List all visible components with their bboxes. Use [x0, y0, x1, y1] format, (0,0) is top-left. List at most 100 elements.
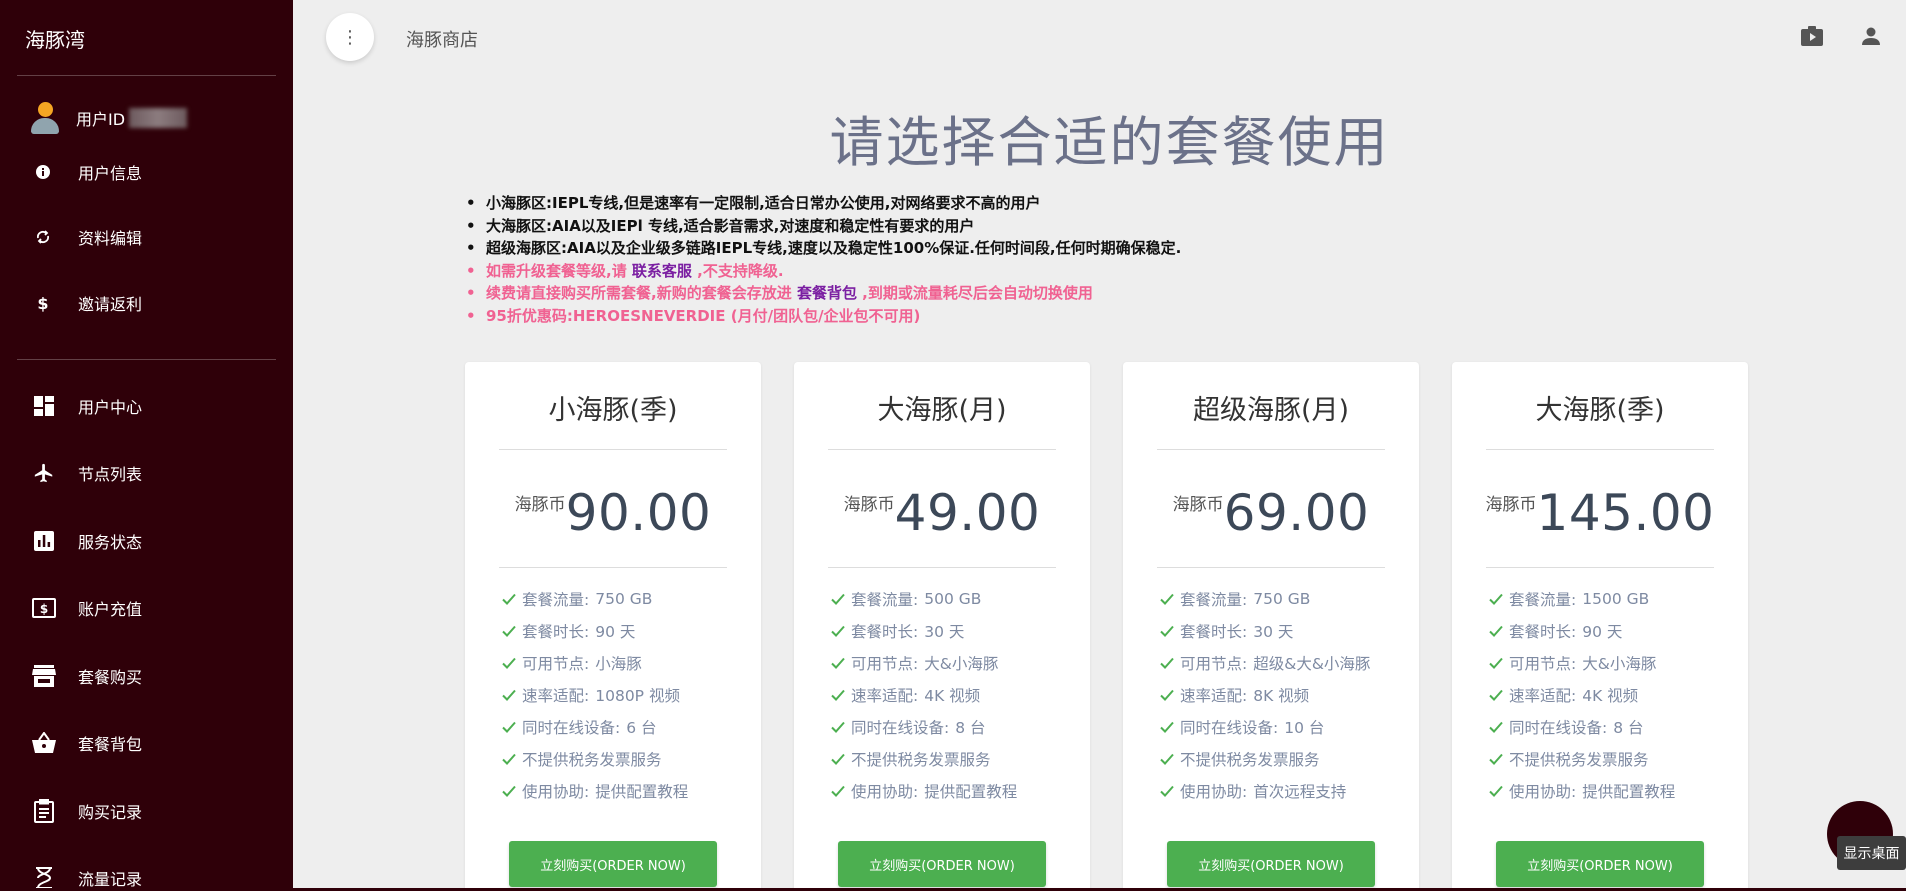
- feature-value: 小海豚: [595, 655, 642, 673]
- price-currency: 海豚币: [1485, 495, 1537, 515]
- show-desktop-tooltip[interactable]: 显示桌面: [1837, 836, 1906, 870]
- plan-feature: 不提供税务发票服务: [1488, 743, 1675, 775]
- plan-feature: 使用协助: 首次远程支持: [1159, 775, 1370, 807]
- plan-bag-link[interactable]: 套餐背包: [797, 284, 857, 302]
- plan-price: 海豚币49.00: [794, 484, 1090, 542]
- feature-key: 套餐时长:: [1509, 623, 1577, 641]
- check-icon: [1159, 623, 1175, 639]
- plan-features: 套餐流量: 1500 GB 套餐时长: 90 天 可用节点: 大&小海豚 速率适…: [1488, 583, 1675, 807]
- price-value: 49.00: [894, 484, 1041, 542]
- order-now-button[interactable]: 立刻购买(ORDER NOW): [1167, 841, 1375, 887]
- store-icon: [31, 663, 57, 689]
- plan-feature: 速率适配: 1080P 视频: [501, 679, 688, 711]
- sidebar-item-profile-edit[interactable]: 资料编辑: [0, 217, 293, 257]
- card-divider: [1157, 567, 1385, 568]
- feature-value: 提供配置教程: [924, 783, 1018, 801]
- check-icon: [501, 751, 517, 767]
- sidebar-item-node-list[interactable]: 节点列表: [0, 453, 293, 493]
- check-icon: [1488, 623, 1504, 639]
- feature-value: 大&小海豚: [1582, 655, 1657, 673]
- user-id-label: 用户ID: [76, 110, 126, 129]
- check-icon: [501, 655, 517, 671]
- account-icon[interactable]: [1859, 24, 1883, 48]
- feature-value: 500 GB: [924, 590, 982, 608]
- plan-feature: 不提供税务发票服务: [501, 743, 688, 775]
- check-icon: [501, 783, 517, 799]
- order-now-button[interactable]: 立刻购买(ORDER NOW): [838, 841, 1046, 887]
- user-id-row[interactable]: 用户ID: [30, 101, 188, 135]
- sidebar-item-label: 邀请返利: [78, 295, 143, 314]
- feature-key: 可用节点:: [1509, 655, 1577, 673]
- feature-value: 1500 GB: [1582, 590, 1650, 608]
- more-menu-button[interactable]: ⋮: [326, 13, 374, 61]
- plan-features: 套餐流量: 750 GB 套餐时长: 30 天 可用节点: 超级&大&小海豚 速…: [1159, 583, 1370, 807]
- sidebar-item-label: 套餐背包: [78, 735, 143, 754]
- price-currency: 海豚币: [1172, 495, 1224, 515]
- dollar-icon: $: [37, 293, 49, 313]
- check-icon: [1488, 591, 1504, 607]
- check-icon: [1488, 655, 1504, 671]
- plan-feature: 套餐流量: 1500 GB: [1488, 583, 1675, 615]
- sidebar-item-purchase-history[interactable]: 购买记录: [0, 791, 293, 831]
- plan-feature: 套餐时长: 30 天: [1159, 615, 1370, 647]
- sidebar-item-invite[interactable]: $ 邀请返利: [0, 283, 293, 323]
- brand-title[interactable]: 海豚湾: [25, 24, 85, 53]
- feature-key: 不提供税务发票服务: [851, 751, 991, 769]
- feature-value: 8 台: [955, 719, 986, 737]
- sidebar-item-label: 购买记录: [78, 803, 143, 822]
- airplane-icon: [31, 460, 57, 486]
- check-icon: [1159, 751, 1175, 767]
- plan-notes-list: 小海豚区:IEPL专线,但是速率有一定限制,适合日常办公使用,对网络要求不高的用…: [466, 192, 1181, 328]
- basket-icon: [31, 730, 57, 756]
- plan-feature: 使用协助: 提供配置教程: [501, 775, 688, 807]
- order-now-button[interactable]: 立刻购买(ORDER NOW): [1496, 841, 1704, 887]
- feature-key: 可用节点:: [1180, 655, 1248, 673]
- feature-value: 超级&大&小海豚: [1253, 655, 1371, 673]
- feature-key: 套餐流量:: [1509, 591, 1577, 609]
- feature-key: 速率适配:: [1509, 687, 1577, 705]
- plan-title: 大海豚(月): [877, 395, 1007, 426]
- money-icon: $: [31, 595, 57, 621]
- plan-feature: 速率适配: 4K 视频: [830, 679, 1017, 711]
- sidebar-item-label: 服务状态: [78, 533, 143, 552]
- note-text: 小海豚区:IEPL专线,但是速率有一定限制,适合日常办公使用,对网络要求不高的用…: [486, 194, 1041, 212]
- check-icon: [501, 623, 517, 639]
- feature-key: 使用协助:: [1180, 783, 1248, 801]
- plan-feature: 可用节点: 大&小海豚: [1488, 647, 1675, 679]
- sidebar-item-service-status[interactable]: 服务状态: [0, 521, 293, 561]
- note-text: 如需升级套餐等级,请: [486, 261, 632, 280]
- plan-feature: 套餐流量: 750 GB: [1159, 583, 1370, 615]
- sidebar-item-traffic-record[interactable]: 流量记录: [0, 858, 293, 891]
- info-icon: [30, 159, 56, 185]
- sidebar-item-plan-bag[interactable]: 套餐背包: [0, 723, 293, 763]
- feature-key: 可用节点:: [851, 655, 919, 673]
- feature-value: 90 天: [1582, 623, 1623, 641]
- sidebar: 海豚湾 用户ID 用户信息 资料编辑 $ 邀请返利 用户中心 节点列表 服务状态…: [0, 0, 293, 891]
- sidebar-item-recharge[interactable]: $ 账户充值: [0, 588, 293, 628]
- sidebar-item-buy-plan[interactable]: 套餐购买: [0, 656, 293, 696]
- feature-value: 10 台: [1284, 719, 1325, 737]
- check-icon: [1488, 719, 1504, 735]
- page-headline: 请选择合适的套餐使用: [829, 111, 1390, 174]
- plan-feature: 可用节点: 小海豚: [501, 647, 688, 679]
- feature-value: 提供配置教程: [595, 783, 689, 801]
- note-item: 小海豚区:IEPL专线,但是速率有一定限制,适合日常办公使用,对网络要求不高的用…: [466, 192, 1181, 215]
- feature-value: 750 GB: [595, 590, 653, 608]
- check-icon: [1159, 783, 1175, 799]
- feature-value: 750 GB: [1253, 590, 1311, 608]
- plan-card: 大海豚(季) 海豚币145.00 套餐流量: 1500 GB 套餐时长: 90 …: [1452, 362, 1748, 891]
- feature-key: 套餐流量:: [522, 591, 590, 609]
- plan-features: 套餐流量: 500 GB 套餐时长: 30 天 可用节点: 大&小海豚 速率适配…: [830, 583, 1017, 807]
- price-value: 145.00: [1536, 484, 1715, 542]
- sidebar-item-user-center[interactable]: 用户中心: [0, 386, 293, 426]
- order-now-button[interactable]: 立刻购买(ORDER NOW): [509, 841, 717, 887]
- check-icon: [830, 719, 846, 735]
- plan-feature: 套餐时长: 90 天: [501, 615, 688, 647]
- price-currency: 海豚币: [514, 495, 566, 515]
- plan-features: 套餐流量: 750 GB 套餐时长: 90 天 可用节点: 小海豚 速率适配: …: [501, 583, 688, 807]
- video-store-icon[interactable]: [1800, 24, 1824, 48]
- sidebar-item-user-info[interactable]: 用户信息: [0, 152, 293, 192]
- plan-title: 超级海豚(月): [1192, 395, 1350, 426]
- contact-support-link[interactable]: 联系客服: [632, 262, 692, 280]
- note-item: 大海豚区:AIA以及IEPl 专线,适合影音需求,对速度和稳定性有要求的用户: [466, 215, 1181, 238]
